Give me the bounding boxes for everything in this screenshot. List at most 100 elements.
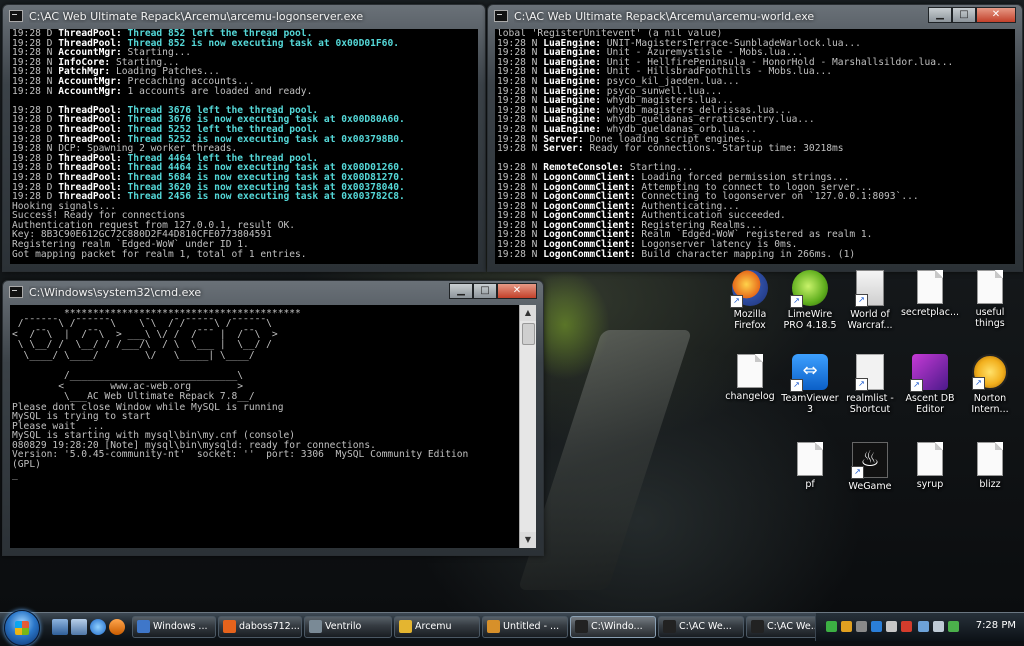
taskbar-button[interactable]: daboss712... xyxy=(218,616,302,638)
task-app-icon xyxy=(575,620,588,633)
taskbar-button[interactable]: C:\Windo... xyxy=(570,616,656,638)
console-text: Got mapping packet for realm 1, total of… xyxy=(12,248,307,260)
window-title: C:\Windows\system32\cmd.exe xyxy=(29,286,202,299)
desktop-shortcut[interactable]: syrup xyxy=(900,442,960,490)
desktop-icon-label: WeGame xyxy=(848,481,892,492)
console-line: 19:28 N Server: Ready for connections. S… xyxy=(495,144,1015,154)
desktop-shortcut[interactable]: useful things xyxy=(960,270,1020,329)
desktop-shortcut[interactable]: ↗ LimeWire PRO 4.18.5 xyxy=(780,270,840,331)
maximize-button[interactable]: □ xyxy=(952,7,976,23)
minimize-button[interactable]: ▁ xyxy=(449,283,473,299)
close-button[interactable]: ✕ xyxy=(976,7,1016,23)
shortcut-arrow-icon: ↗ xyxy=(730,295,743,308)
cmd-console[interactable]: ****************************************… xyxy=(10,305,520,548)
tray-icon-3[interactable] xyxy=(856,621,867,632)
desktop-shortcut[interactable]: changelog xyxy=(720,354,780,402)
task-label: C:\AC We... xyxy=(767,621,820,632)
cmd-scrollbar[interactable]: ▲ ▼ xyxy=(519,305,536,548)
desktop-shortcut[interactable]: blizz xyxy=(960,442,1020,490)
taskbar-button[interactable]: Untitled - ... xyxy=(482,616,568,638)
start-button[interactable] xyxy=(4,610,40,646)
tray-icon-2[interactable] xyxy=(841,621,852,632)
shortcut-arrow-icon: ↗ xyxy=(855,294,868,307)
network-icon[interactable] xyxy=(918,621,929,632)
shortcut-arrow-icon: ↗ xyxy=(910,379,923,392)
internet-explorer-icon[interactable] xyxy=(90,619,106,635)
console-line: (GPL) xyxy=(12,459,41,471)
task-app-icon xyxy=(309,620,322,633)
taskbar-button[interactable]: Arcemu xyxy=(394,616,480,638)
console-line: Got mapping packet for realm 1, total of… xyxy=(10,248,478,260)
desktop-shortcut[interactable]: ↗ Mozilla Firefox xyxy=(720,270,780,331)
shortcut-arrow-icon: ↗ xyxy=(851,466,864,479)
desktop-shortcut[interactable]: ↗TeamViewer 3 xyxy=(780,354,840,415)
window-title: C:\AC Web Ultimate Repack\Arcemu\arcemu-… xyxy=(514,10,815,23)
task-app-icon xyxy=(487,620,500,633)
console-text: Ready for connections. Startup time: 302… xyxy=(589,143,844,155)
tray-icon-1[interactable] xyxy=(826,621,837,632)
close-button[interactable]: ✕ xyxy=(497,283,537,299)
console-text: AccountMgr: xyxy=(58,85,128,97)
logonserver-console[interactable]: 19:28 D ThreadPool: Thread 852 left the … xyxy=(10,29,478,264)
tray-icon-5[interactable] xyxy=(886,621,897,632)
secretplace-icon xyxy=(917,270,943,304)
taskbar-button[interactable]: C:\AC We... xyxy=(658,616,744,638)
teamviewer-icon: ↗ xyxy=(790,354,828,392)
taskbar-clock[interactable]: 7:28 PM xyxy=(976,620,1016,631)
window-title: C:\AC Web Ultimate Repack\Arcemu\arcemu-… xyxy=(29,10,364,23)
maximize-button[interactable]: □ xyxy=(473,283,497,299)
task-app-icon xyxy=(137,620,150,633)
switch-windows-icon[interactable] xyxy=(71,619,87,635)
desktop-shortcut[interactable]: ↗ Norton Intern... xyxy=(960,354,1020,415)
desktop-icon-label: pf xyxy=(805,479,815,490)
media-player-icon[interactable] xyxy=(109,619,125,635)
tray-icon-9[interactable] xyxy=(948,621,959,632)
task-label: C:\AC We... xyxy=(679,621,732,632)
realmlist-icon: ↗ xyxy=(855,354,884,391)
desktop-shortcut[interactable]: secretplac... xyxy=(900,270,960,318)
console-text: LogonCommClient: xyxy=(543,248,642,260)
show-desktop-icon[interactable] xyxy=(52,619,68,635)
logonserver-titlebar[interactable]: C:\AC Web Ultimate Repack\Arcemu\arcemu-… xyxy=(3,5,485,29)
shortcut-arrow-icon: ↗ xyxy=(855,378,868,391)
minimize-button[interactable]: ▁ xyxy=(928,7,952,23)
scroll-thumb[interactable] xyxy=(522,323,535,345)
tray-icon-4[interactable] xyxy=(871,621,882,632)
console-line: _ xyxy=(12,468,18,480)
cmd-window[interactable]: C:\Windows\system32\cmd.exe ▁ □ ✕ ******… xyxy=(2,280,544,556)
scroll-down-arrow-icon[interactable]: ▼ xyxy=(520,532,536,548)
task-label: Ventrilo xyxy=(325,621,362,632)
wegame-icon: ↗ xyxy=(851,442,888,479)
taskbar-button[interactable]: Windows ... xyxy=(132,616,216,638)
console-app-icon xyxy=(494,10,508,22)
desktop-icon-label: Norton Intern... xyxy=(971,393,1009,415)
useful-things-icon xyxy=(977,270,1003,304)
taskbar-button[interactable]: Ventrilo xyxy=(304,616,392,638)
limewire-icon: ↗ xyxy=(790,270,828,308)
desktop-shortcut[interactable]: ↗ WeGame xyxy=(840,442,900,492)
console-line: 19:28 N AccountMgr: 1 accounts are loade… xyxy=(10,85,478,97)
tray-icon-6[interactable] xyxy=(901,621,912,632)
logonserver-window[interactable]: C:\AC Web Ultimate Repack\Arcemu\arcemu-… xyxy=(2,4,486,272)
console-line: Version: '5.0.45-community-nt' socket: '… xyxy=(12,449,469,461)
desktop: C:\AC Web Ultimate Repack\Arcemu\arcemu-… xyxy=(0,0,1024,612)
task-app-icon xyxy=(399,620,412,633)
console-text: Build character mapping in 266ms. (1) xyxy=(641,248,856,260)
scroll-up-arrow-icon[interactable]: ▲ xyxy=(520,305,536,321)
desktop-shortcut[interactable]: ↗ realmlist - Shortcut xyxy=(840,354,900,415)
changelog-icon xyxy=(737,354,763,388)
desktop-shortcut[interactable]: ↗ Ascent DB Editor xyxy=(900,354,960,415)
task-app-icon xyxy=(223,620,236,633)
cmd-titlebar[interactable]: C:\Windows\system32\cmd.exe ▁ □ ✕ xyxy=(3,281,543,305)
desktop-icon-label: useful things xyxy=(975,307,1005,329)
desktop-shortcut[interactable]: pf xyxy=(780,442,840,490)
volume-icon[interactable] xyxy=(933,621,944,632)
worldserver-window[interactable]: C:\AC Web Ultimate Repack\Arcemu\arcemu-… xyxy=(487,4,1023,272)
task-app-icon xyxy=(663,620,676,633)
desktop-shortcut[interactable]: ↗ World of Warcraf... xyxy=(840,270,900,331)
worldserver-console[interactable]: lobal 'RegisterUnitevent' (a nil value) 1… xyxy=(495,29,1015,264)
console-text: 19:28 N xyxy=(12,85,59,97)
worldserver-titlebar[interactable]: C:\AC Web Ultimate Repack\Arcemu\arcemu-… xyxy=(488,5,1022,29)
ascii-banner-line: \___AC Web Ultimate Repack 7.8__/ xyxy=(12,391,255,403)
console-text: 19:28 N xyxy=(497,143,544,155)
